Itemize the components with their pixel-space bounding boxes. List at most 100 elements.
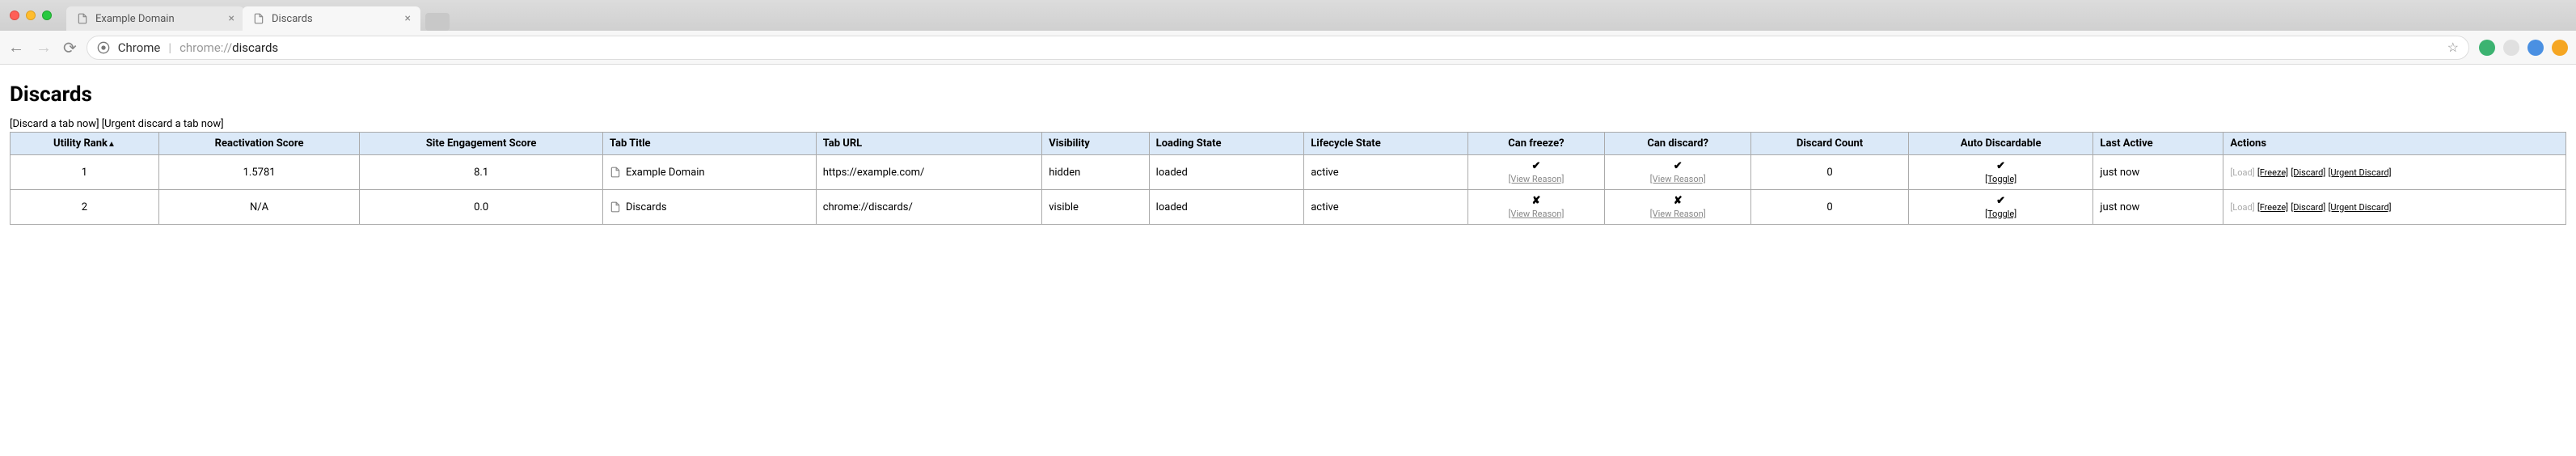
cell-engagement: 0.0 [360, 190, 603, 225]
addr-domain: chrome:// [179, 40, 232, 55]
forward-button[interactable]: → [36, 37, 52, 57]
cell-reactivation: 1.5781 [158, 155, 359, 190]
col-loading-state[interactable]: Loading State [1149, 133, 1304, 155]
cell-title: Example Domain [602, 155, 816, 190]
cell-url: chrome://discards/ [816, 190, 1042, 225]
reload-button[interactable]: ⟳ [63, 38, 77, 57]
page-title: Discards [10, 82, 2566, 107]
discard-action[interactable]: [Discard] [2291, 202, 2325, 213]
close-tab-icon[interactable]: × [229, 12, 234, 25]
traffic-lights [10, 11, 52, 20]
discards-table: Utility Rank▲ Reactivation Score Site En… [10, 132, 2566, 225]
sort-asc-icon: ▲ [108, 140, 116, 149]
check-icon: ✔ [1996, 195, 2005, 207]
col-can-freeze[interactable]: Can freeze? [1467, 133, 1604, 155]
bookmark-star-icon[interactable]: ☆ [2447, 40, 2459, 55]
cell-lifecycle: active [1304, 190, 1468, 225]
col-auto-discardable[interactable]: Auto Discardable [1908, 133, 2093, 155]
col-site-engagement[interactable]: Site Engagement Score [360, 133, 603, 155]
cell-discard-count: 0 [1751, 155, 1909, 190]
extension-icon[interactable] [2503, 40, 2519, 56]
cross-icon: ✘ [1531, 195, 1540, 207]
col-visibility[interactable]: Visibility [1042, 133, 1149, 155]
freeze-action[interactable]: [Freeze] [2257, 167, 2288, 178]
check-icon: ✔ [1674, 160, 1683, 172]
toggle-link[interactable]: [Toggle] [1915, 209, 2087, 219]
table-row: 2N/A0.0Discardschrome://discards/visible… [11, 190, 2566, 225]
tab-strip: Example Domain × Discards × [66, 0, 450, 31]
page-content: Discards [Discard a tab now] [Urgent dis… [0, 65, 2576, 234]
toolbar: ← → ⟳ Chrome | chrome://discards ☆ [0, 31, 2576, 65]
file-icon [252, 12, 265, 25]
cell-can-freeze: ✘ [View Reason] [1467, 190, 1604, 225]
view-reason-link[interactable]: [View Reason] [1611, 209, 1744, 219]
cell-visibility: hidden [1042, 155, 1149, 190]
col-tab-url[interactable]: Tab URL [816, 133, 1042, 155]
new-tab-button[interactable] [425, 13, 450, 31]
discard-tab-now-link[interactable]: Discard a tab now [12, 118, 96, 130]
toggle-link[interactable]: [Toggle] [1915, 174, 2087, 184]
tab-label: Discards [272, 13, 399, 25]
col-reactivation-score[interactable]: Reactivation Score [158, 133, 359, 155]
close-window-button[interactable] [10, 11, 19, 20]
cell-rank: 2 [11, 190, 159, 225]
extension-icon[interactable] [2552, 40, 2568, 56]
close-tab-icon[interactable]: × [405, 12, 411, 25]
chrome-icon [97, 41, 110, 54]
tab-discards[interactable]: Discards × [243, 6, 420, 31]
file-icon [76, 12, 89, 25]
cell-can-discard: ✘ [View Reason] [1604, 190, 1750, 225]
cell-title: Discards [602, 190, 816, 225]
nav-buttons: ← → ⟳ [8, 37, 77, 57]
address-bar[interactable]: Chrome | chrome://discards ☆ [87, 36, 2469, 60]
table-row: 11.57818.1Example Domainhttps://example.… [11, 155, 2566, 190]
urgent-discard-tab-now-link[interactable]: Urgent discard a tab now [104, 118, 221, 130]
freeze-action[interactable]: [Freeze] [2257, 202, 2288, 213]
back-button[interactable]: ← [8, 37, 24, 57]
cell-can-freeze: ✔ [View Reason] [1467, 155, 1604, 190]
addr-path: discards [232, 40, 278, 55]
check-icon: ✔ [1996, 160, 2005, 172]
view-reason-link[interactable]: [View Reason] [1475, 174, 1598, 184]
col-can-discard[interactable]: Can discard? [1604, 133, 1750, 155]
file-icon [610, 167, 621, 178]
cross-icon: ✘ [1674, 195, 1683, 207]
view-reason-link[interactable]: [View Reason] [1611, 174, 1744, 184]
cell-actions: [Load] [Freeze] [Discard] [Urgent Discar… [2223, 190, 2566, 225]
urgent-discard-action[interactable]: [Urgent Discard] [2329, 167, 2392, 178]
cell-actions: [Load] [Freeze] [Discard] [Urgent Discar… [2223, 155, 2566, 190]
browser-chrome: Example Domain × Discards × ← → ⟳ Chrome [0, 0, 2576, 65]
cell-rank: 1 [11, 155, 159, 190]
extension-icons [2479, 40, 2568, 56]
title-bar: Example Domain × Discards × [0, 0, 2576, 31]
col-actions[interactable]: Actions [2223, 133, 2566, 155]
col-lifecycle-state[interactable]: Lifecycle State [1304, 133, 1468, 155]
cell-lifecycle: active [1304, 155, 1468, 190]
discard-action[interactable]: [Discard] [2291, 167, 2325, 178]
cell-loading: loaded [1149, 190, 1304, 225]
top-action-links: [Discard a tab now] [Urgent discard a ta… [10, 118, 2566, 130]
check-icon: ✔ [1531, 160, 1540, 172]
cell-url: https://example.com/ [816, 155, 1042, 190]
col-last-active[interactable]: Last Active [2093, 133, 2223, 155]
col-tab-title[interactable]: Tab Title [602, 133, 816, 155]
load-action: [Load] [2230, 202, 2254, 213]
cell-last-active: just now [2093, 155, 2223, 190]
cell-engagement: 8.1 [360, 155, 603, 190]
maximize-window-button[interactable] [42, 11, 52, 20]
tab-label: Example Domain [95, 13, 222, 25]
minimize-window-button[interactable] [26, 11, 36, 20]
cell-can-discard: ✔ [View Reason] [1604, 155, 1750, 190]
addr-divider: | [168, 40, 171, 55]
cell-visibility: visible [1042, 190, 1149, 225]
cell-last-active: just now [2093, 190, 2223, 225]
cell-auto-discardable: ✔ [Toggle] [1908, 190, 2093, 225]
extension-icon[interactable] [2527, 40, 2544, 56]
cell-reactivation: N/A [158, 190, 359, 225]
urgent-discard-action[interactable]: [Urgent Discard] [2329, 202, 2392, 213]
col-utility-rank[interactable]: Utility Rank▲ [11, 133, 159, 155]
col-discard-count[interactable]: Discard Count [1751, 133, 1909, 155]
view-reason-link[interactable]: [View Reason] [1475, 209, 1598, 219]
extension-icon[interactable] [2479, 40, 2495, 56]
tab-example-domain[interactable]: Example Domain × [66, 6, 244, 31]
